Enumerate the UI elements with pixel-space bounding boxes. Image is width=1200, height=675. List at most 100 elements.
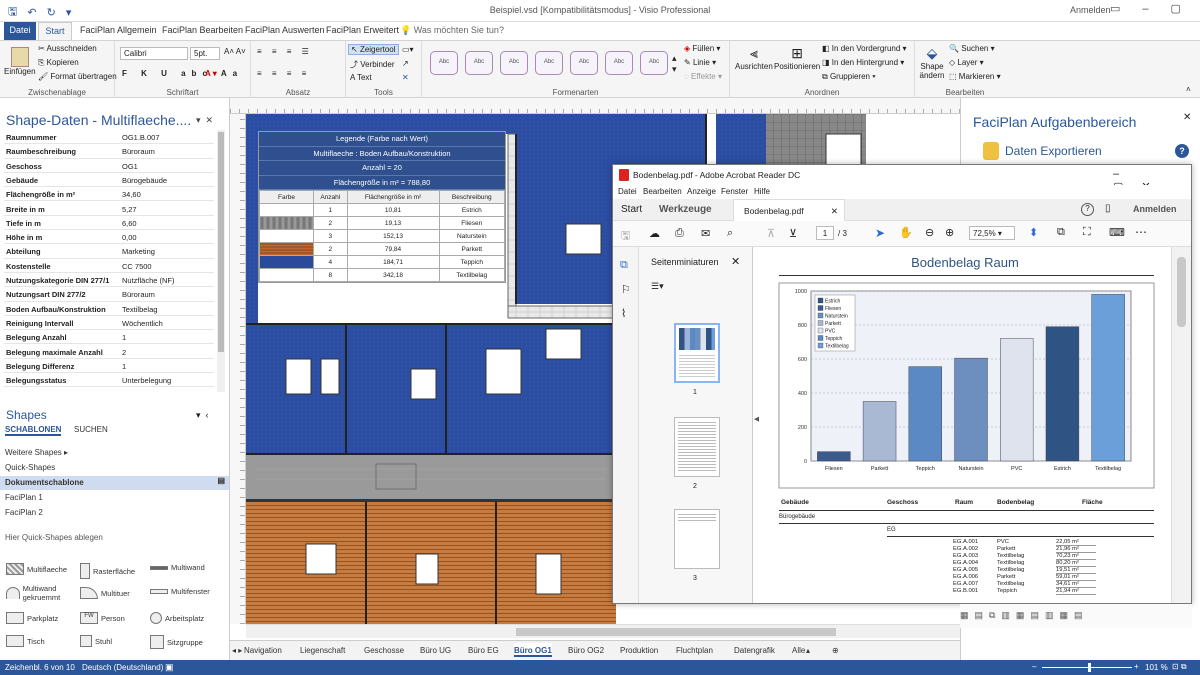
add-page-icon[interactable]: ⊕ [832, 646, 839, 655]
bring-front-button[interactable]: ◧ In den Vordergrund ▾ [822, 44, 907, 53]
panel-controls[interactable]: ▾ ✕ [196, 115, 213, 126]
page-nav-icon[interactable]: ◂ ▸ [232, 646, 242, 655]
horizontal-scroll-thumb[interactable] [516, 628, 836, 636]
shape-data-row[interactable]: Raumbeschreibung Büroraum [4, 144, 214, 159]
menu-anzeige[interactable]: Anzeige [687, 187, 716, 196]
view-shortcut-icons[interactable]: ▦▤⧉▥▦▤▥▦▤ [960, 610, 1088, 621]
fill-button[interactable]: ◈ Füllen ▾ [684, 44, 720, 53]
page-tab[interactable]: Navigation [244, 646, 282, 655]
faciplan-1-stencil[interactable]: FaciPlan 1 [5, 493, 43, 502]
shape-data-row[interactable]: Raumnummer OG1.B.007 [4, 130, 214, 145]
shape-data-value[interactable]: 2 [122, 348, 126, 357]
attachment-icon[interactable]: ⌇ [621, 307, 626, 320]
format-buttons[interactable]: F K U abc Aa [122, 69, 243, 78]
shape-data-row[interactable]: Gebäude Bürogebäude [4, 173, 214, 188]
menu-bearbeiten[interactable]: Bearbeiten [643, 187, 682, 196]
pdf-scroll-thumb[interactable] [1177, 257, 1186, 327]
page-tab[interactable]: Büro OG1 [514, 643, 552, 657]
shape-data-value[interactable]: 1 [122, 333, 126, 342]
font-size-select[interactable]: 5pt. [190, 47, 220, 60]
language-indicator[interactable]: Deutsch (Deutschland) [82, 663, 163, 672]
shapes-panel-controls[interactable]: ▾ ‹ [196, 410, 209, 421]
shape-data-value[interactable]: Bürogebäude [122, 176, 167, 185]
tab-start[interactable]: Start [38, 22, 72, 40]
stencil-multituer[interactable]: Multituer [80, 587, 130, 599]
shape-data-value[interactable]: 1 [122, 362, 126, 371]
select-button[interactable]: ⬚ Markieren ▾ [949, 72, 1001, 81]
hand-icon[interactable]: ✋ [899, 226, 913, 239]
shape-data-row[interactable]: Boden Aufbau/Konstruktion Textilbelag [4, 302, 214, 316]
acrobat-tab-start[interactable]: Start [621, 204, 642, 215]
task-pane-close-icon[interactable]: ✕ [1183, 112, 1191, 123]
shape-data-value[interactable]: Unterbelegung [122, 376, 171, 385]
style-swatch[interactable]: Abc [430, 51, 458, 75]
shape-data-value[interactable]: 0,00 [122, 233, 137, 242]
line-tool-icon[interactable]: ↗ [402, 59, 409, 68]
tab-faciplan-allgemein[interactable]: FaciPlan Allgemein [80, 25, 157, 35]
mail-icon[interactable]: ✉ [701, 227, 710, 240]
stencil-multifenster[interactable]: Multifenster [150, 587, 210, 596]
stencil-parkplatz[interactable]: Parkplatz [6, 612, 58, 624]
shape-data-row[interactable]: Breite in m 5,27 [4, 202, 214, 216]
stencil-rasterflaeche[interactable]: Rasterfläche [80, 563, 135, 579]
shape-data-value[interactable]: Nutzfläche (NF) [122, 276, 175, 285]
style-swatch[interactable]: Abc [570, 51, 598, 75]
grow-font-icon[interactable]: A˄ A˅ [224, 47, 246, 56]
stencil-multiflaeche[interactable]: Multiflaeche [6, 563, 67, 575]
fit-window-icon[interactable]: ⊡ ⧉ [1172, 662, 1187, 672]
shape-data-value[interactable]: Marketing [122, 247, 155, 256]
shape-data-value[interactable]: 34,60 [122, 190, 141, 199]
send-back-button[interactable]: ◨ In den Hintergrund ▾ [822, 58, 904, 67]
effects-button[interactable]: ◌ Effekte ▾ [684, 72, 722, 81]
styles-scroll-icon[interactable]: ▴ ▾ [672, 53, 677, 75]
style-swatch[interactable]: Abc [605, 51, 633, 75]
page-tab[interactable]: Produktion [620, 646, 658, 655]
page-tab[interactable]: Geschosse [364, 646, 404, 655]
fit-page-icon[interactable]: ⬍ [1029, 226, 1038, 239]
shape-data-row[interactable]: Nutzungsart DIN 277/2 Büroraum [4, 287, 214, 302]
tab-faciplan-auswerten[interactable]: FaciPlan Auswerten [245, 25, 325, 35]
shape-data-row[interactable]: Kostenstelle CC 7500 [4, 259, 214, 273]
horizontal-scrollbar[interactable] [246, 624, 960, 638]
scroll-mode-icon[interactable]: ⧉ [1057, 226, 1065, 239]
zoom-select[interactable]: 72,5% ▾ [969, 226, 1015, 240]
stencil-multiwand-gekruemmt[interactable]: Multiwand gekruemmt [6, 584, 76, 602]
pointer-tool-button[interactable]: ↖ Zeigertool [348, 44, 399, 55]
font-color-icon[interactable]: A ▾ [205, 69, 217, 78]
copy-button[interactable]: ⎘ Kopieren [38, 58, 79, 68]
shape-data-value[interactable]: Büroraum [122, 147, 155, 156]
change-shape-button[interactable]: ⬙ Shape ändern [919, 45, 945, 80]
zoom-out-status[interactable]: – [1032, 662, 1036, 671]
shape-data-row[interactable]: Geschoss OG1 [4, 159, 214, 173]
prev-page-icon[interactable]: ⊼ [767, 227, 775, 240]
menu-datei[interactable]: Datei [618, 187, 637, 196]
tab-faciplan-erweitert[interactable]: FaciPlan Erweitert [326, 25, 399, 35]
style-swatch[interactable]: Abc [500, 51, 528, 75]
align-button[interactable]: ⫷ Ausrichten [735, 45, 773, 71]
page-thumbs-icon[interactable]: ⧉ [620, 259, 628, 272]
stencil-multiwand[interactable]: Multiwand [150, 563, 205, 572]
maximize-icon[interactable]: ▢ [1171, 2, 1181, 15]
doc-tab-close-icon[interactable]: ✕ [831, 206, 838, 217]
shape-data-value[interactable]: 6,60 [122, 219, 137, 228]
shape-data-value[interactable]: OG1.B.007 [122, 133, 160, 142]
connector-tool-button[interactable]: ⤴ Verbinder [350, 59, 394, 70]
collapse-ribbon-icon[interactable]: ˄ [1186, 85, 1191, 94]
comment-icon[interactable]: ⌨ [1109, 226, 1125, 239]
select-arrow-icon[interactable]: ➤ [875, 226, 885, 240]
stencil-sitzgruppe[interactable]: Sitzgruppe [150, 635, 203, 649]
tab-datei[interactable]: Datei [4, 22, 36, 40]
acrobat-mobile-icon[interactable]: ▯ [1105, 203, 1111, 214]
quick-shapes[interactable]: Quick-Shapes [5, 463, 55, 472]
group-button[interactable]: ⧉ Gruppieren ▾ [822, 72, 876, 82]
more-tools-icon[interactable]: ⋯ [1135, 225, 1147, 239]
font-name-select[interactable]: Calibri [120, 47, 188, 60]
cut-button[interactable]: ✂ Ausschneiden [38, 44, 97, 53]
shape-data-row[interactable]: Belegung Anzahl 1 [4, 330, 214, 345]
tell-me-search[interactable]: 💡 Was möchten Sie tun? [400, 25, 504, 36]
page-tab[interactable]: Büro EG [468, 646, 499, 655]
paste-button[interactable]: Einfügen [4, 47, 36, 76]
shape-data-scroll-thumb[interactable] [218, 132, 224, 352]
find-button[interactable]: 🔍 Suchen ▾ [949, 44, 995, 53]
format-painter-button[interactable]: 🖌 Format übertragen [38, 72, 117, 81]
